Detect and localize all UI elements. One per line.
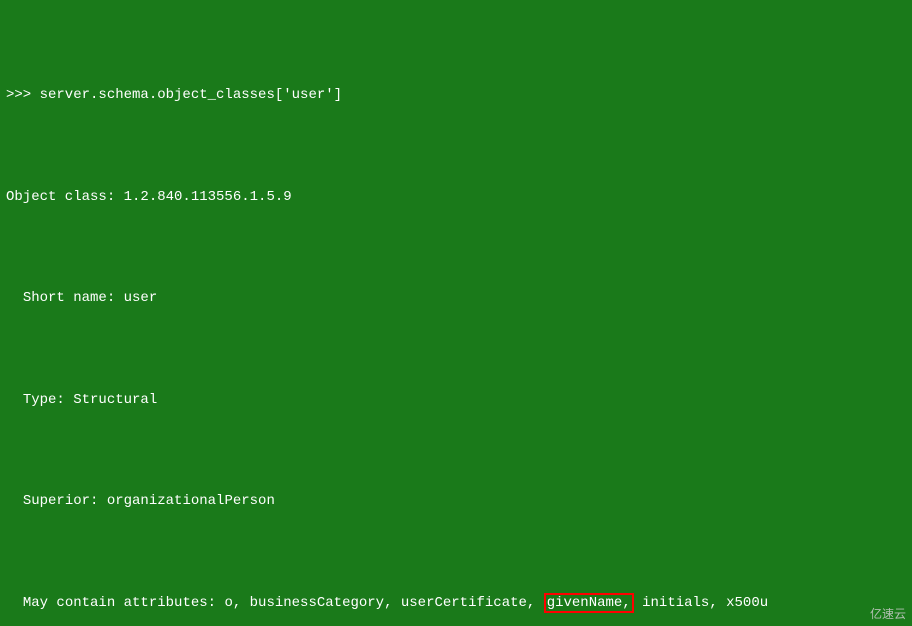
object-class-line: Object class: 1.2.840.113556.1.5.9: [6, 187, 906, 207]
type-line: Type: Structural: [6, 390, 906, 410]
prompt-symbol: >>> server.schema.object_classes['user']: [6, 87, 342, 103]
prompt-line: >>> server.schema.object_classes['user']: [6, 85, 906, 105]
short-name-line: Short name: user: [6, 288, 906, 308]
terminal-content: >>> server.schema.object_classes['user']…: [6, 4, 906, 626]
watermark: 亿速云: [870, 605, 906, 622]
attributes-line-1: May contain attributes: o, businessCateg…: [6, 593, 906, 613]
superior-line: Superior: organizationalPerson: [6, 491, 906, 511]
given-name-highlight: givenName,: [544, 593, 634, 613]
terminal-window: >>> server.schema.object_classes['user']…: [0, 0, 912, 626]
